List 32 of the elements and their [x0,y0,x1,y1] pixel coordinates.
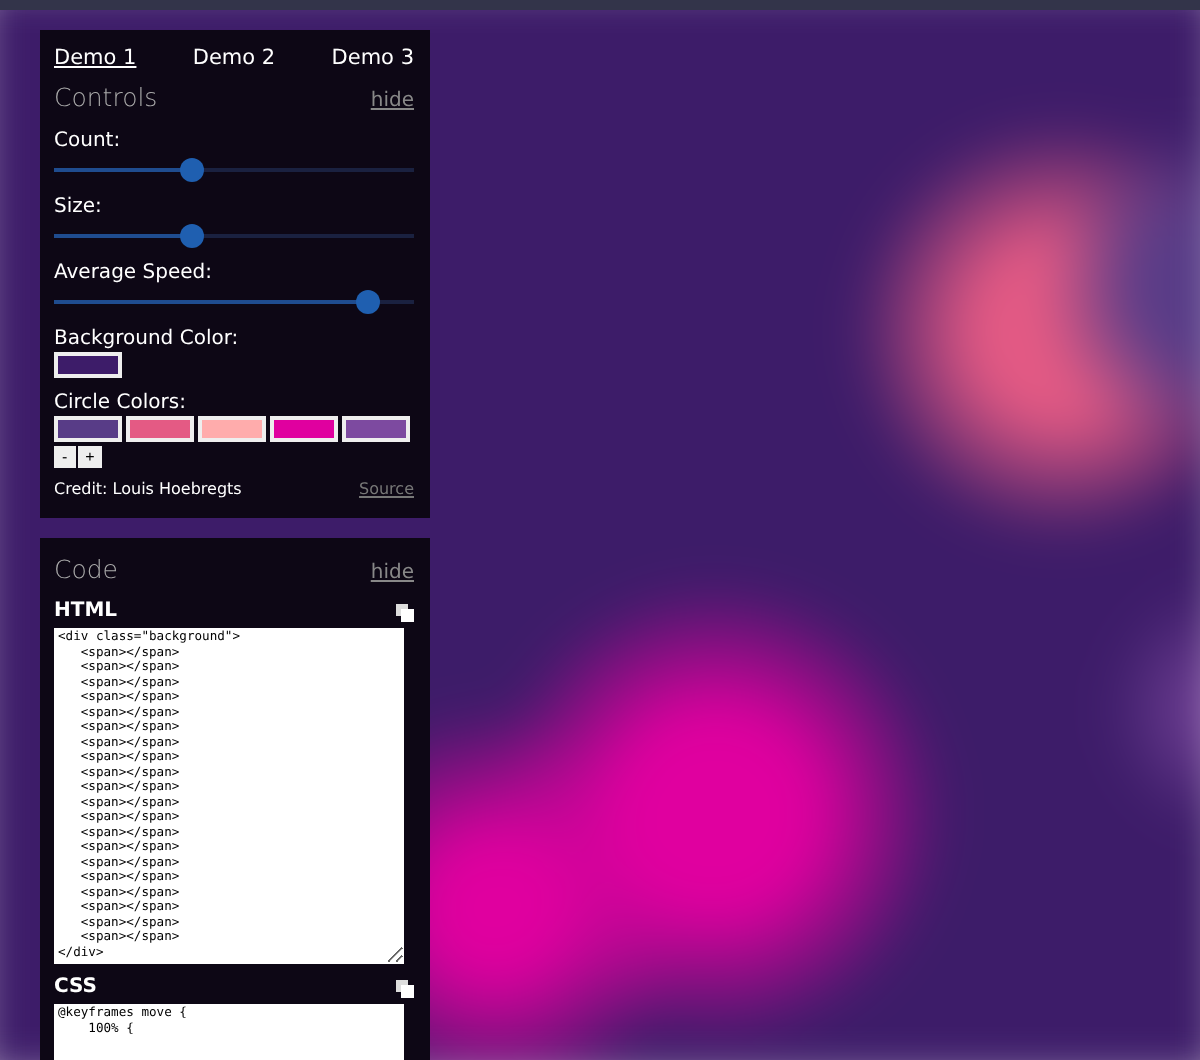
color-swatch[interactable] [54,352,122,378]
remove-color-button[interactable]: - [54,446,76,468]
demo-tab[interactable]: Demo 3 [331,46,414,70]
slider[interactable] [54,158,414,182]
demo-tab[interactable]: Demo 1 [54,46,137,70]
panel-title: Controls [54,82,158,112]
slider-thumb[interactable] [180,224,205,248]
color-swatch[interactable] [54,416,122,442]
slider-thumb[interactable] [356,290,381,314]
color-swatch[interactable] [198,416,266,442]
slider-label: Count: [54,130,123,154]
hide-link[interactable]: hide [370,86,414,116]
credit-text: Credit: Louis Hoebregts [54,480,242,498]
copy-icon[interactable] [396,603,414,621]
slider-label: Average Speed: [54,262,214,286]
slider-thumb[interactable] [180,158,205,182]
slider[interactable] [54,224,414,248]
color-swatch[interactable] [342,416,410,442]
color-swatch[interactable] [270,416,338,442]
source-link[interactable]: Source [359,480,414,498]
section-label: HTML [54,600,118,624]
add-color-button[interactable]: + [77,446,103,468]
color-swatch[interactable] [126,416,194,442]
section-label: CSS [54,976,97,1000]
copy-icon[interactable] [396,979,414,997]
slider[interactable] [54,290,414,314]
color-label: Circle Colors: [54,392,188,416]
panel-title: Code [54,554,119,584]
hide-link[interactable]: hide [370,558,414,588]
color-label: Background Color: [54,328,241,352]
slider-label: Size: [54,196,104,220]
demo-tab[interactable]: Demo 2 [192,46,276,70]
